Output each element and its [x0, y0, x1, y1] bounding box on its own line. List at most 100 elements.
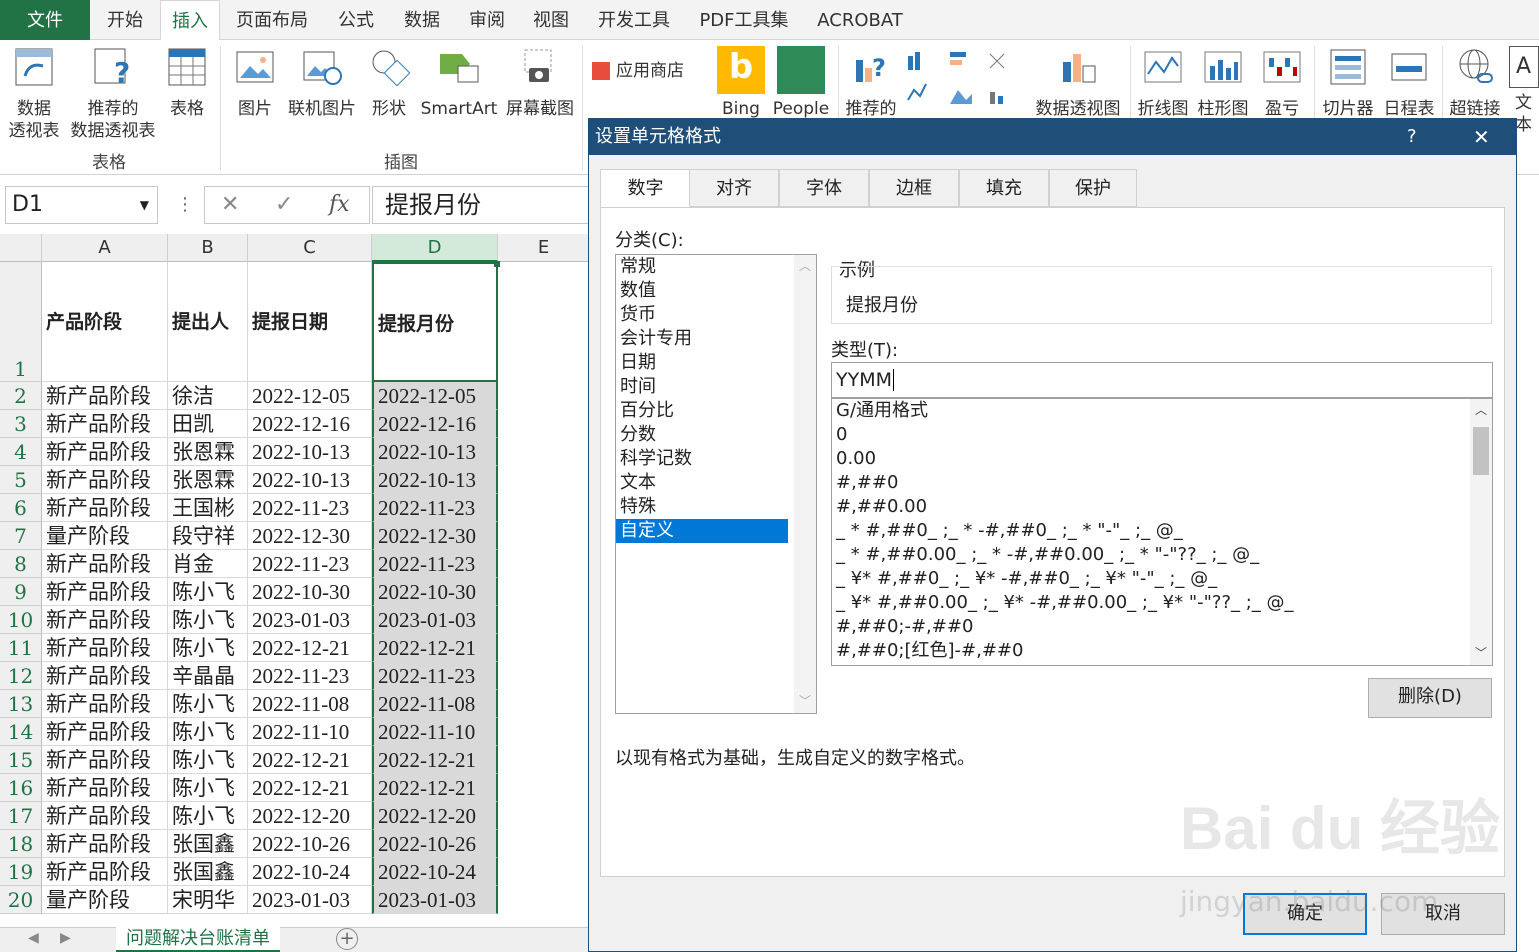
cell-a[interactable]: 新产品阶段 — [42, 466, 168, 494]
cell-b[interactable]: 宋明华 — [168, 886, 248, 914]
row-header[interactable]: 10 — [0, 606, 42, 634]
row-header[interactable]: 15 — [0, 746, 42, 774]
name-box[interactable]: D1 ▼ — [5, 186, 158, 224]
cell-a[interactable]: 新产品阶段 — [42, 662, 168, 690]
delete-button[interactable]: 删除(D) — [1368, 678, 1492, 718]
format-item[interactable]: #,##0 — [832, 471, 1492, 495]
format-item[interactable]: #,##0.00 — [832, 495, 1492, 519]
header-cell-a[interactable]: 产品阶段 — [42, 262, 168, 382]
close-icon[interactable]: ✕ — [1473, 119, 1490, 155]
type-input[interactable]: YYMM — [831, 362, 1493, 398]
cell-b[interactable]: 张恩霖 — [168, 466, 248, 494]
recommended-charts-button[interactable]: ? 推荐的 — [842, 46, 900, 120]
table-button[interactable]: 表格 — [164, 46, 210, 120]
cell-a[interactable]: 新产品阶段 — [42, 438, 168, 466]
tab-number[interactable]: 数字 — [600, 169, 691, 208]
cell-b[interactable]: 徐洁 — [168, 382, 248, 410]
fill-handle[interactable] — [494, 261, 500, 267]
cell-b[interactable]: 陈小飞 — [168, 718, 248, 746]
cell-b[interactable]: 田凯 — [168, 410, 248, 438]
cell-d[interactable]: 2022-11-23 — [372, 550, 498, 578]
cell-a[interactable]: 量产阶段 — [42, 522, 168, 550]
cell-c[interactable]: 2022-10-24 — [248, 858, 372, 886]
cell-d[interactable]: 2022-11-23 — [372, 662, 498, 690]
select-all-corner[interactable] — [0, 234, 42, 262]
scroll-thumb[interactable] — [1473, 427, 1489, 475]
cell-b[interactable]: 肖金 — [168, 550, 248, 578]
cell-a[interactable]: 新产品阶段 — [42, 550, 168, 578]
cell-c[interactable]: 2022-12-21 — [248, 774, 372, 802]
row-header[interactable]: 19 — [0, 858, 42, 886]
row-header[interactable]: 16 — [0, 774, 42, 802]
tab-insert[interactable]: 插入 — [160, 0, 220, 41]
cell-a[interactable]: 新产品阶段 — [42, 494, 168, 522]
format-item[interactable]: _ * #,##0_ ;_ * -#,##0_ ;_ * "-"_ ;_ @_ — [832, 519, 1492, 543]
cell-d[interactable]: 2022-12-21 — [372, 774, 498, 802]
sparkline-column-button[interactable]: 柱形图 — [1194, 46, 1252, 120]
help-button[interactable]: ? — [1407, 119, 1417, 155]
row-header[interactable]: 17 — [0, 802, 42, 830]
cell-c[interactable]: 2022-11-10 — [248, 718, 372, 746]
cell-b[interactable]: 陈小飞 — [168, 606, 248, 634]
cell-a[interactable]: 新产品阶段 — [42, 746, 168, 774]
format-item[interactable]: #,##0;[红色]-#,##0 — [832, 639, 1492, 663]
format-list[interactable]: G/通用格式 0 0.00 #,##0 #,##0.00 _ * #,##0_ ;_ * … — [831, 398, 1493, 666]
row-header[interactable]: 11 — [0, 634, 42, 662]
category-item[interactable]: 日期 — [616, 351, 788, 375]
header-cell-c[interactable]: 提报日期 — [248, 262, 372, 382]
row-header[interactable]: 2 — [0, 382, 42, 410]
scroll-right-icon[interactable]: ▶ — [60, 930, 71, 946]
cell-a[interactable]: 新产品阶段 — [42, 830, 168, 858]
column-header-c[interactable]: C — [248, 234, 372, 262]
hyperlink-button[interactable]: 超链接 — [1446, 46, 1504, 120]
tab-file[interactable]: 文件 — [0, 0, 90, 40]
enter-icon[interactable]: ✓ — [275, 187, 293, 223]
format-item[interactable]: _ * #,##0.00_ ;_ * -#,##0.00_ ;_ * "-"??… — [832, 543, 1492, 567]
cell-c[interactable]: 2022-12-20 — [248, 802, 372, 830]
column-header-a[interactable]: A — [42, 234, 168, 262]
tab-font[interactable]: 字体 — [779, 169, 869, 207]
format-scrollbar[interactable]: ︿ ﹀ — [1470, 399, 1492, 665]
cell-c[interactable]: 2022-11-23 — [248, 550, 372, 578]
row-header[interactable]: 20 — [0, 886, 42, 914]
cell-b[interactable]: 陈小飞 — [168, 802, 248, 830]
tab-protection[interactable]: 保护 — [1049, 169, 1137, 207]
cell-c[interactable]: 2022-10-13 — [248, 466, 372, 494]
people-button[interactable]: People — [772, 46, 830, 120]
cell-c[interactable]: 2022-11-23 — [248, 662, 372, 690]
cell-a[interactable]: 新产品阶段 — [42, 802, 168, 830]
tab-data[interactable]: 数据 — [390, 0, 454, 40]
category-item[interactable]: 百分比 — [616, 399, 788, 423]
cell-d[interactable]: 2022-10-26 — [372, 830, 498, 858]
column-header-b[interactable]: B — [168, 234, 248, 262]
row-header[interactable]: 3 — [0, 410, 42, 438]
cell-b[interactable]: 陈小飞 — [168, 774, 248, 802]
scroll-left-icon[interactable]: ◀ — [28, 930, 39, 946]
cell-c[interactable]: 2022-12-21 — [248, 634, 372, 662]
cell-b[interactable]: 张国鑫 — [168, 858, 248, 886]
cell-d[interactable]: 2022-11-10 — [372, 718, 498, 746]
more-icon[interactable]: ⋮ — [176, 194, 194, 215]
row-header[interactable]: 12 — [0, 662, 42, 690]
scroll-up-icon[interactable]: ︿ — [799, 257, 811, 274]
scroll-down-icon[interactable]: ﹀ — [799, 692, 811, 709]
scroll-down-icon[interactable]: ﹀ — [1475, 644, 1487, 661]
cell-b[interactable]: 陈小飞 — [168, 746, 248, 774]
cell-d[interactable]: 2022-10-30 — [372, 578, 498, 606]
cell-b[interactable]: 陈小飞 — [168, 634, 248, 662]
cell-d[interactable]: 2022-11-23 — [372, 494, 498, 522]
cell-d[interactable]: 2022-12-20 — [372, 802, 498, 830]
column-header-e[interactable]: E — [498, 234, 590, 262]
cell-d[interactable]: 2022-10-13 — [372, 438, 498, 466]
cell-a[interactable]: 新产品阶段 — [42, 774, 168, 802]
slicer-button[interactable]: 切片器 — [1318, 46, 1378, 120]
scroll-up-icon[interactable]: ︿ — [1475, 401, 1487, 418]
sheet-tab-active[interactable]: 问题解决台账清单 — [116, 927, 280, 952]
pivot-chart-button[interactable]: 数据透视图 — [1030, 46, 1126, 120]
column-header-d[interactable]: D — [372, 234, 498, 262]
cell-c[interactable]: 2022-10-26 — [248, 830, 372, 858]
row-header[interactable]: 4 — [0, 438, 42, 466]
cell-c[interactable]: 2022-12-05 — [248, 382, 372, 410]
cell-b[interactable]: 段守祥 — [168, 522, 248, 550]
cell-d[interactable]: 2022-10-13 — [372, 466, 498, 494]
